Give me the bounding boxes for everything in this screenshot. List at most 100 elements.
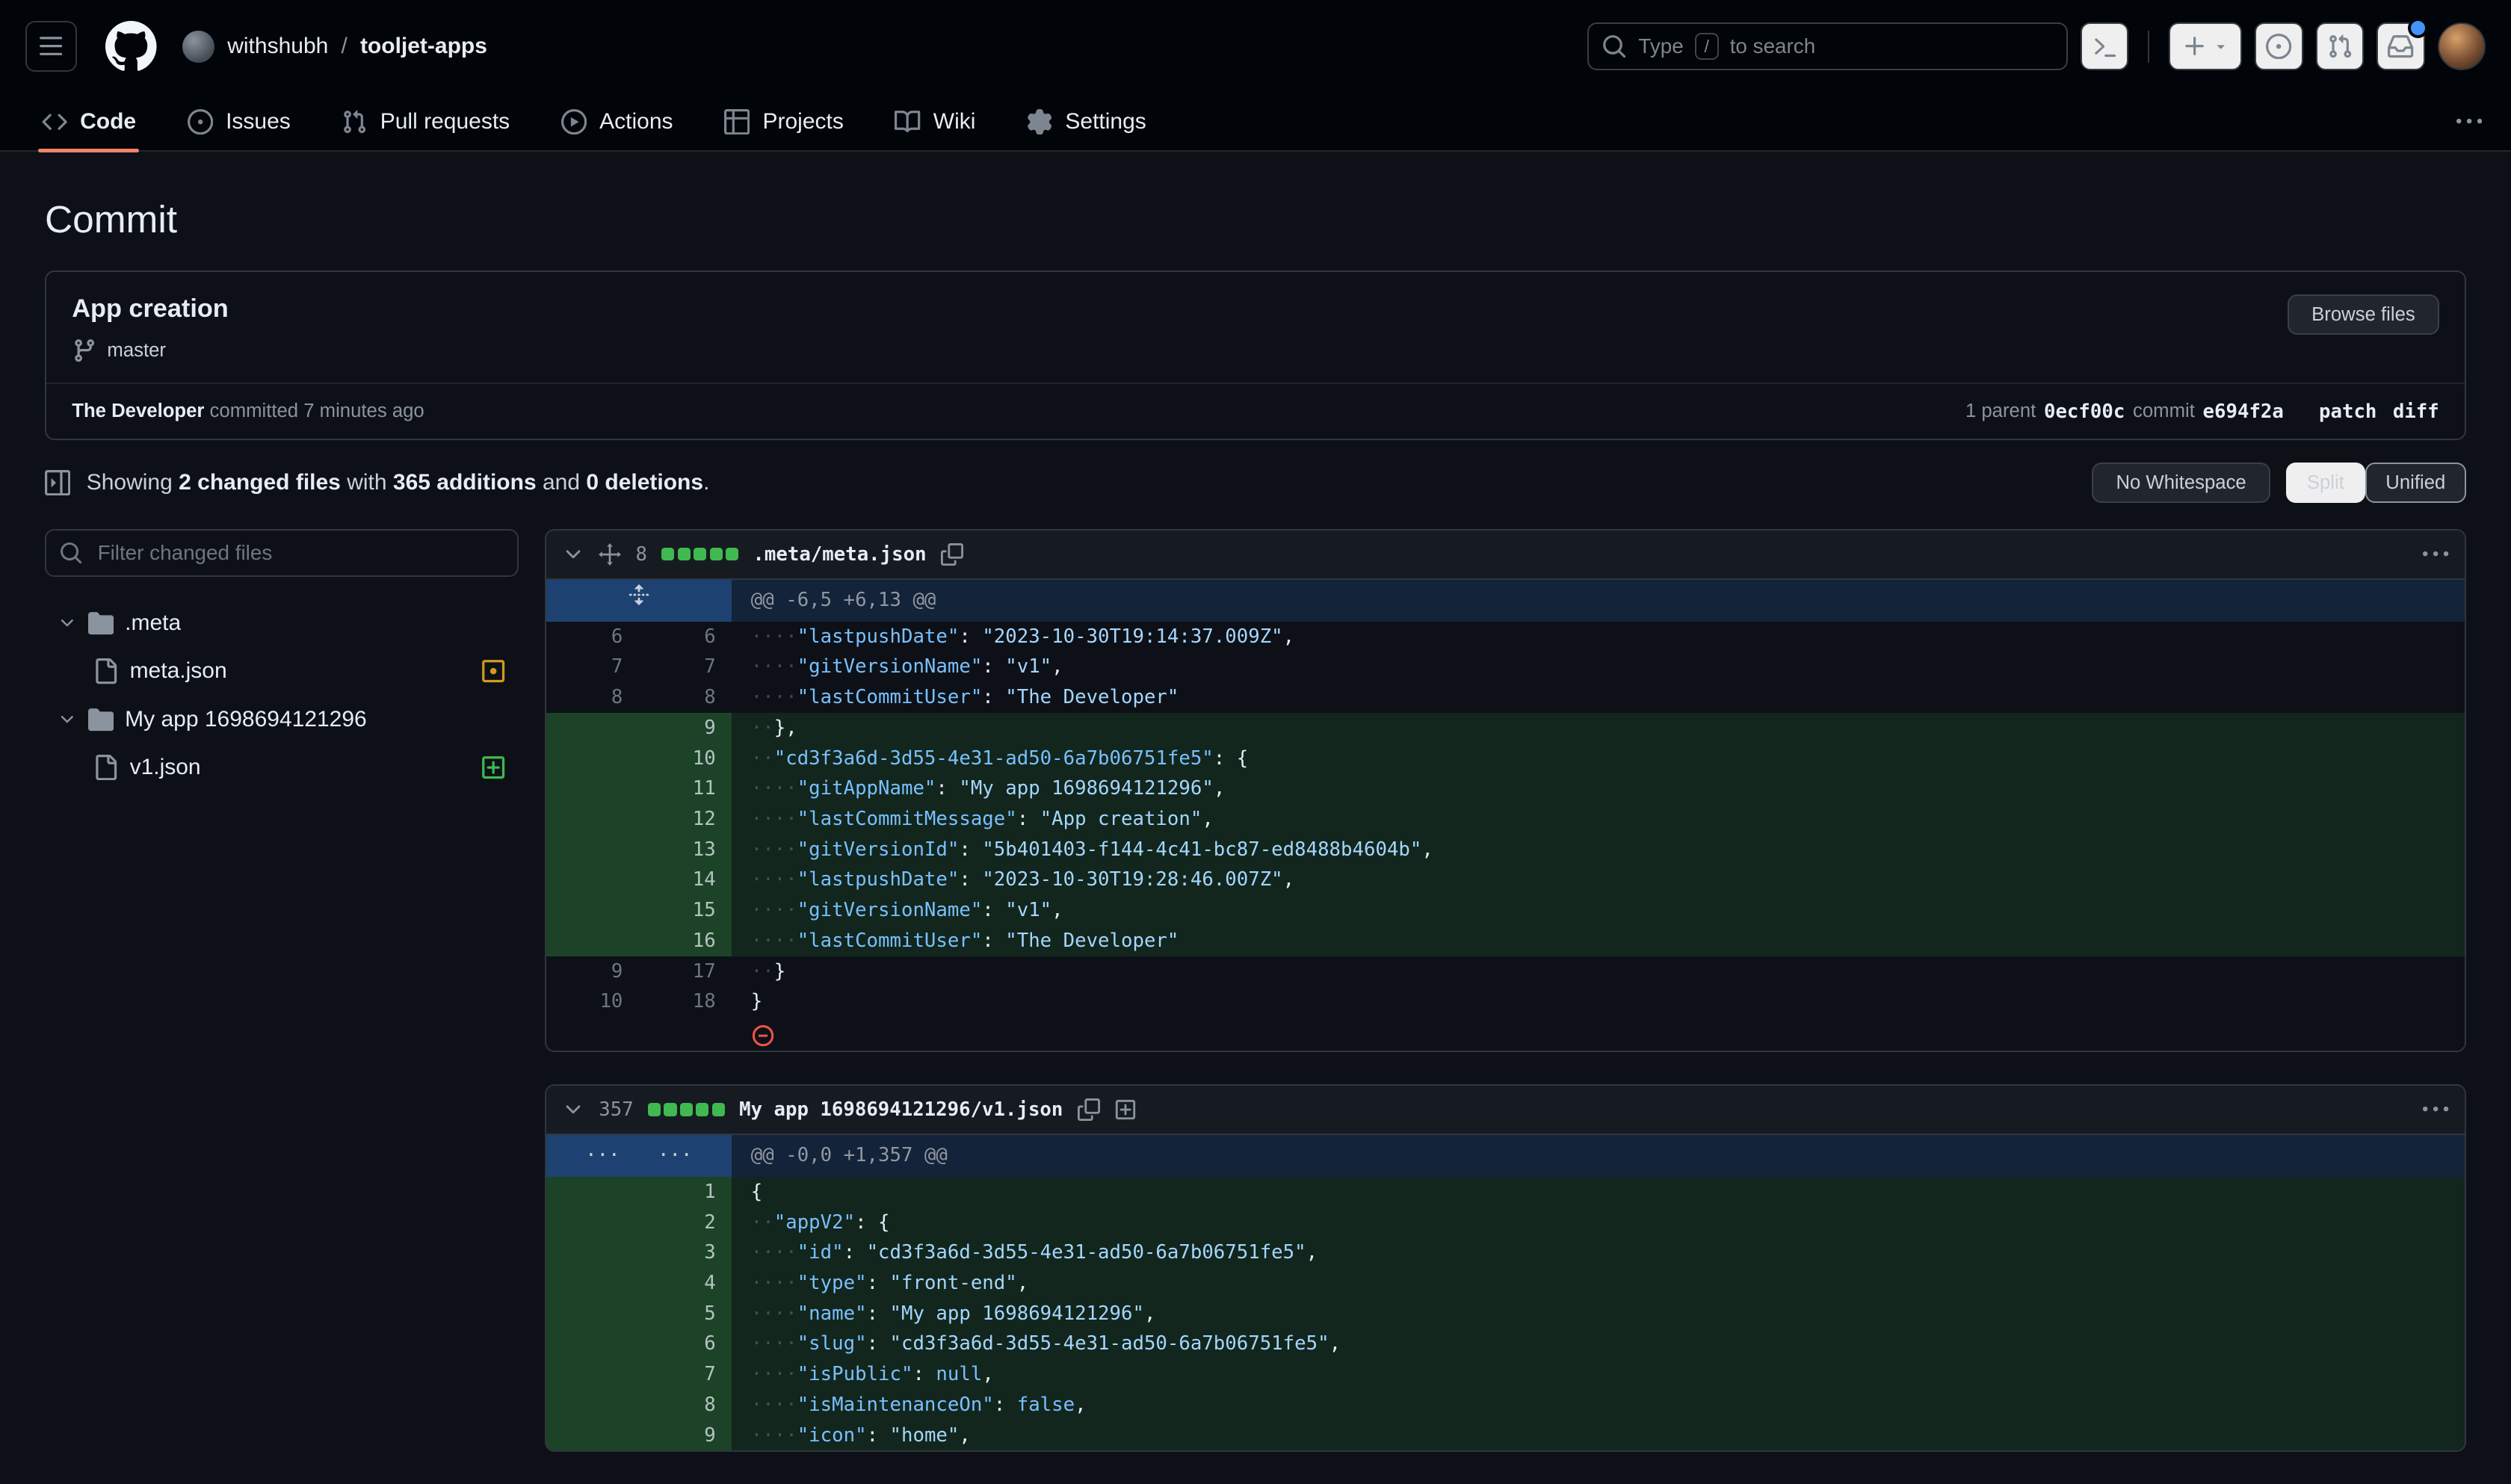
old-line-number[interactable] — [546, 1390, 639, 1420]
new-line-number[interactable]: 2 — [639, 1208, 732, 1238]
changed-files-summary: Showing 2 changed files with 365 additio… — [87, 470, 710, 495]
old-line-number[interactable] — [546, 835, 639, 865]
owner-avatar[interactable] — [182, 31, 214, 63]
new-line-number[interactable]: 4 — [639, 1268, 732, 1299]
old-line-number[interactable] — [546, 1420, 639, 1451]
patch-link[interactable]: patch — [2319, 401, 2376, 423]
tree-file-meta-json[interactable]: meta.json — [45, 647, 519, 695]
pull-requests-header-button[interactable] — [2316, 22, 2364, 70]
split-view-button[interactable]: Split — [2286, 463, 2365, 503]
new-line-number[interactable]: 13 — [639, 835, 732, 865]
new-line-number[interactable]: 15 — [639, 895, 732, 926]
diff-line: 10 ··"cd3f3a6d-3d55-4e31-ad50-6a7b06751f… — [546, 743, 2465, 774]
new-line-number[interactable]: 8 — [639, 1390, 732, 1420]
old-line-number[interactable] — [546, 895, 639, 926]
chevron-down-icon[interactable] — [58, 710, 77, 729]
diff-file-path[interactable]: .meta/meta.json — [753, 543, 926, 566]
create-new-button[interactable] — [2169, 22, 2243, 70]
new-line-number[interactable]: 12 — [639, 804, 732, 835]
new-line-number[interactable]: 6 — [639, 622, 732, 652]
new-line-number[interactable]: 14 — [639, 865, 732, 895]
tab-issues[interactable]: Issues — [171, 93, 306, 150]
old-line-number[interactable] — [546, 713, 639, 743]
old-line-number[interactable] — [546, 1299, 639, 1329]
new-line-number[interactable]: 7 — [639, 1359, 732, 1390]
commit-message: App creation — [72, 294, 228, 324]
tree-folder-my-app[interactable]: My app 1698694121296 — [45, 696, 519, 743]
expand-hunk-button[interactable] — [628, 584, 650, 606]
github-logo[interactable] — [105, 21, 157, 72]
tab-projects[interactable]: Projects — [708, 93, 860, 150]
new-line-number[interactable]: 11 — [639, 773, 732, 804]
collapse-file-button[interactable] — [562, 543, 584, 566]
command-palette-button[interactable] — [2081, 22, 2128, 70]
old-line-number[interactable]: 9 — [546, 956, 639, 987]
diff-file-path[interactable]: My app 1698694121296/v1.json — [739, 1098, 1063, 1121]
old-line-number[interactable] — [546, 1208, 639, 1238]
old-line-number[interactable]: 8 — [546, 682, 639, 713]
new-line-number[interactable]: 16 — [639, 926, 732, 956]
new-line-number[interactable] — [639, 1017, 732, 1051]
file-tree-toggle-button[interactable] — [45, 470, 70, 495]
old-line-number[interactable]: 7 — [546, 652, 639, 682]
old-line-number[interactable]: 10 — [546, 986, 639, 1017]
unified-view-button[interactable]: Unified — [2365, 463, 2466, 503]
tab-wiki[interactable]: Wiki — [879, 93, 992, 150]
new-line-number[interactable]: 3 — [639, 1237, 732, 1268]
old-line-number[interactable] — [546, 1017, 639, 1051]
user-avatar[interactable] — [2438, 22, 2486, 70]
issues-header-button[interactable] — [2255, 22, 2302, 70]
new-line-number[interactable]: 17 — [639, 956, 732, 987]
diff-link[interactable]: diff — [2393, 401, 2439, 423]
tree-file-v1-json[interactable]: v1.json — [45, 743, 519, 791]
old-line-number[interactable] — [546, 1359, 639, 1390]
old-line-number[interactable] — [546, 1268, 639, 1299]
diff-file-header: 8 .meta/meta.json — [546, 531, 2465, 580]
diff-line: 9 17 ··} — [546, 956, 2465, 987]
whitespace-toggle-button[interactable]: No Whitespace — [2092, 463, 2270, 503]
old-line-number[interactable] — [546, 773, 639, 804]
old-line-number[interactable] — [546, 743, 639, 774]
old-line-number[interactable]: 6 — [546, 622, 639, 652]
new-line-number[interactable]: 18 — [639, 986, 732, 1017]
new-line-number[interactable]: 8 — [639, 682, 732, 713]
new-line-number[interactable]: 9 — [639, 713, 732, 743]
old-line-number[interactable] — [546, 1177, 639, 1208]
tab-actions[interactable]: Actions — [545, 93, 689, 150]
breadcrumb-repo[interactable]: tooljet-apps — [360, 34, 487, 59]
new-line-number[interactable]: 7 — [639, 652, 732, 682]
nav-overflow-button[interactable] — [2444, 96, 2495, 148]
new-line-number[interactable]: 5 — [639, 1299, 732, 1329]
commit-sha-group: 1 parent 0ecf00c commit e694f2a — [1965, 401, 2284, 423]
hunk-gutter-dots: ··· — [658, 1137, 692, 1175]
breadcrumb-owner[interactable]: withshubh — [227, 34, 328, 59]
tab-pull-requests[interactable]: Pull requests — [326, 93, 526, 150]
tree-folder-meta[interactable]: .meta — [45, 599, 519, 647]
copy-icon[interactable] — [941, 543, 963, 566]
drag-icon[interactable] — [599, 543, 621, 566]
collapse-file-button[interactable] — [562, 1098, 584, 1121]
new-line-number[interactable]: 1 — [639, 1177, 732, 1208]
old-line-number[interactable] — [546, 804, 639, 835]
tab-settings[interactable]: Settings — [1011, 93, 1163, 150]
chevron-down-icon[interactable] — [58, 613, 77, 633]
old-line-number[interactable] — [546, 1237, 639, 1268]
file-filter-input[interactable] — [94, 540, 504, 566]
old-line-number[interactable] — [546, 865, 639, 895]
copy-icon[interactable] — [1078, 1098, 1100, 1121]
old-line-number[interactable] — [546, 926, 639, 956]
new-line-number[interactable]: 6 — [639, 1329, 732, 1359]
new-line-number[interactable]: 9 — [639, 1420, 732, 1451]
old-line-number[interactable] — [546, 1329, 639, 1359]
commit-author[interactable]: The Developer — [72, 401, 204, 421]
browse-files-button[interactable]: Browse files — [2288, 294, 2439, 335]
file-options-button[interactable] — [2423, 542, 2448, 567]
new-line-number[interactable]: 10 — [639, 743, 732, 774]
tab-code[interactable]: Code — [25, 93, 152, 150]
hamburger-button[interactable] — [25, 21, 77, 72]
branch-name[interactable]: master — [107, 340, 166, 362]
parent-sha-link[interactable]: 0ecf00c — [2044, 401, 2125, 423]
file-options-button[interactable] — [2423, 1097, 2448, 1122]
commit-sha-link[interactable]: e694f2a — [2203, 401, 2284, 423]
search-input[interactable]: Type / to search — [1587, 22, 2068, 70]
